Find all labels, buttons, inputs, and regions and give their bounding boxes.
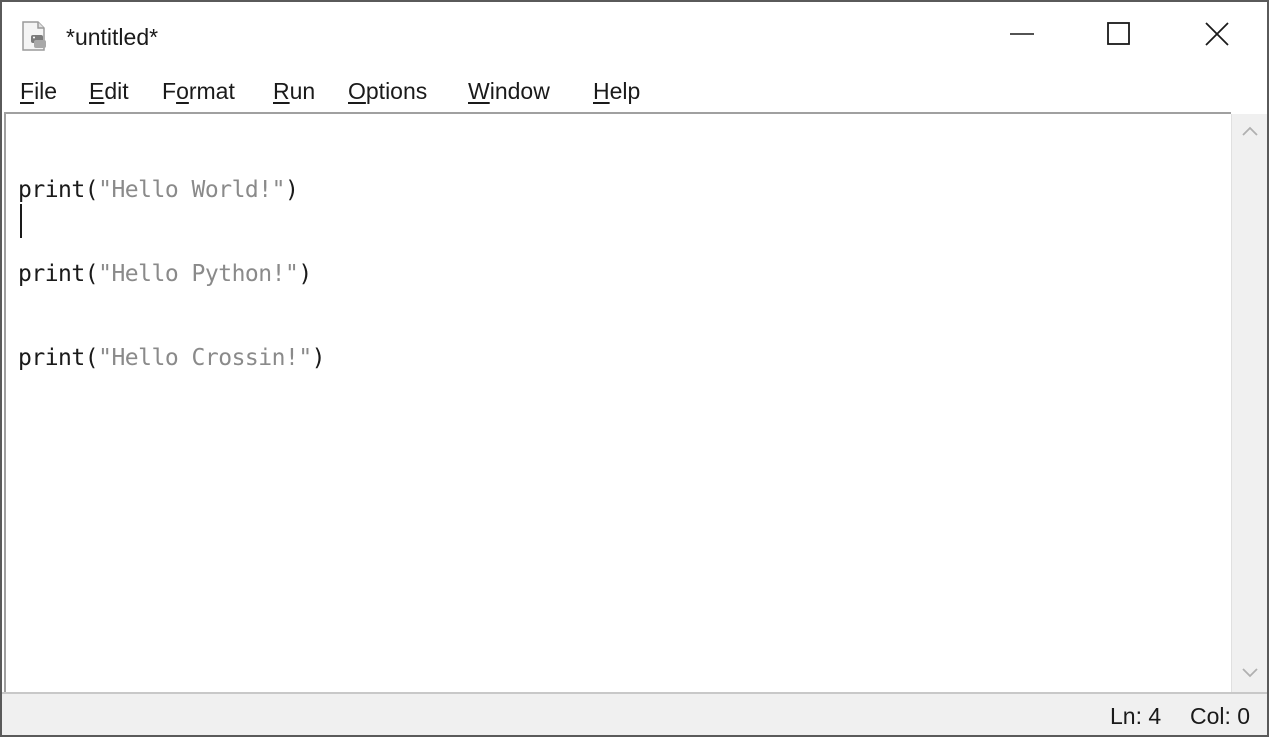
code-paren-close: ) xyxy=(284,177,299,203)
menu-edit-accesskey: E xyxy=(89,78,105,104)
title-bar[interactable]: *untitled* xyxy=(2,2,1267,68)
code-keyword: print xyxy=(18,345,85,371)
python-file-icon xyxy=(20,20,50,52)
minimize-icon xyxy=(1009,21,1035,52)
code-string: "Hello World!" xyxy=(98,177,285,203)
menu-help-accesskey: H xyxy=(593,78,610,104)
status-bar: Ln: 4 Col: 0 xyxy=(2,692,1267,735)
chevron-down-icon xyxy=(1242,665,1258,683)
scroll-up-button[interactable] xyxy=(1232,114,1268,150)
close-icon xyxy=(1204,21,1230,52)
idle-editor-window: *untitled* File Edit Format Run Options … xyxy=(0,0,1269,737)
menu-window-accesskey: W xyxy=(468,78,490,104)
code-paren-open: ( xyxy=(84,345,99,371)
code-paren-close: ) xyxy=(311,345,326,371)
code-string: "Hello Crossin!" xyxy=(98,345,312,371)
code-line: print("Hello Crossin!") xyxy=(18,344,326,372)
window-title: *untitled* xyxy=(66,24,159,50)
minimize-button[interactable] xyxy=(992,12,1052,60)
menu-help[interactable]: Help xyxy=(593,76,640,106)
code-line: print("Hello World!") xyxy=(18,176,325,204)
menu-file-accesskey: F xyxy=(20,78,35,104)
menu-format[interactable]: Format xyxy=(162,76,235,106)
code-editor[interactable]: print("Hello World!") print("Hello Pytho… xyxy=(4,112,1231,692)
menu-run[interactable]: Run xyxy=(273,76,315,106)
maximize-button[interactable] xyxy=(1089,12,1149,60)
code-line: print("Hello Python!") xyxy=(18,260,325,288)
maximize-icon xyxy=(1106,21,1132,52)
menu-options[interactable]: Options xyxy=(348,76,427,106)
code-keyword: print xyxy=(18,177,85,203)
menu-bar: File Edit Format Run Options Window Help xyxy=(2,70,1267,110)
text-caret xyxy=(20,204,22,238)
code-text[interactable]: print("Hello World!") print("Hello Pytho… xyxy=(18,120,326,428)
menu-file[interactable]: File xyxy=(20,76,57,106)
chevron-up-icon xyxy=(1242,123,1258,141)
status-line-number: Ln: 4 xyxy=(1110,703,1162,729)
code-paren-close: ) xyxy=(298,261,312,287)
vertical-scrollbar[interactable] xyxy=(1231,114,1267,692)
menu-format-accesskey: o xyxy=(176,78,189,104)
menu-window[interactable]: Window xyxy=(468,76,550,106)
code-keyword: print xyxy=(18,261,85,287)
status-column-number: Col: 0 xyxy=(1190,703,1251,729)
menu-options-accesskey: O xyxy=(348,78,366,104)
menu-edit[interactable]: Edit xyxy=(89,76,129,106)
close-button[interactable] xyxy=(1187,12,1247,60)
code-string: "Hello Python!" xyxy=(98,261,299,287)
scroll-down-button[interactable] xyxy=(1232,656,1268,692)
code-paren-open: ( xyxy=(84,261,99,287)
menu-run-accesskey: R xyxy=(273,78,290,104)
code-paren-open: ( xyxy=(84,177,99,203)
